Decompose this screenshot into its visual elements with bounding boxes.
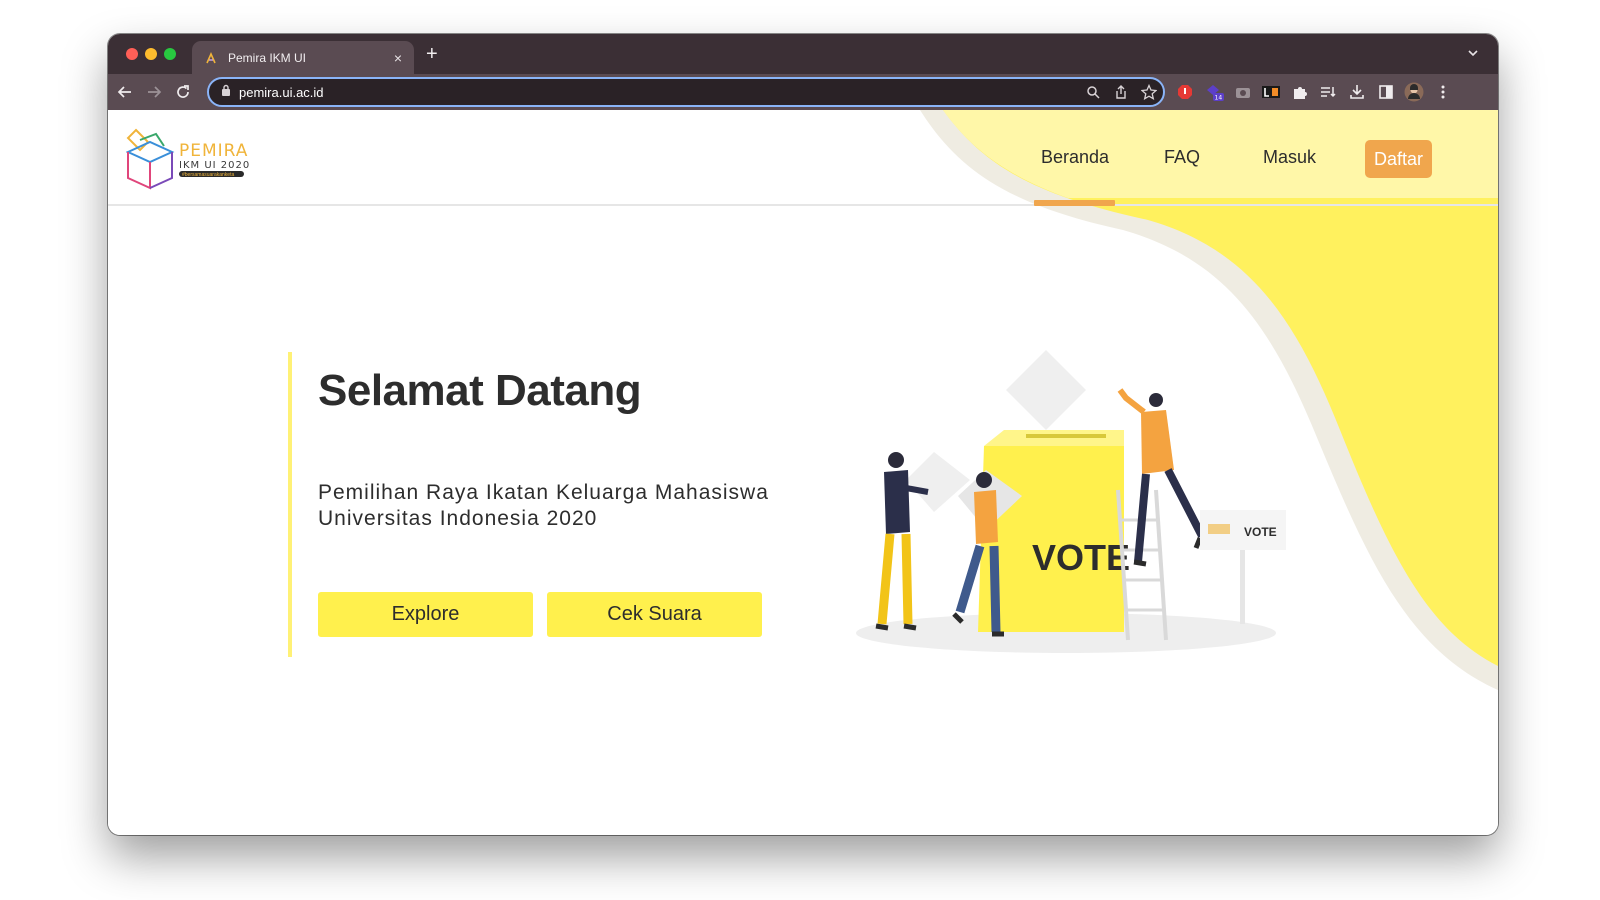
pemira-favicon-icon [204, 51, 218, 65]
logo-tagline: #bersamasuarakanketa [179, 170, 244, 178]
ballot-box-label: VOTE [1032, 537, 1130, 578]
browser-toolbar: pemira.ui.ac.id 14 [108, 74, 1498, 110]
nav-masuk[interactable]: Masuk [1263, 147, 1316, 168]
nav-beranda[interactable]: Beranda [1041, 147, 1109, 168]
tab-strip: Pemira IKM UI × + [108, 34, 1498, 74]
lock-icon[interactable] [221, 83, 231, 101]
address-bar[interactable]: pemira.ui.ac.id [207, 77, 1165, 107]
download-icon[interactable] [1347, 82, 1367, 102]
ballot-box-logo-icon [126, 128, 175, 190]
share-icon[interactable] [1107, 82, 1135, 102]
kebab-menu-icon[interactable] [1433, 82, 1453, 102]
browser-window: Pemira IKM UI × + pemira.ui.ac.id 14 PEM… [108, 34, 1498, 835]
puzzle-icon[interactable] [1290, 82, 1310, 102]
profile-avatar[interactable] [1404, 82, 1424, 102]
vote-sign-label: VOTE [1244, 525, 1277, 539]
tab-title: Pemira IKM UI [228, 50, 307, 65]
url-text[interactable]: pemira.ui.ac.id [239, 85, 1079, 100]
close-window-button[interactable] [126, 48, 138, 60]
reading-list-icon[interactable] [1318, 82, 1338, 102]
star-icon[interactable] [1135, 82, 1163, 102]
tab-close-icon[interactable]: × [394, 50, 402, 66]
reload-icon[interactable] [173, 82, 193, 102]
logo-title: PEMIRA [179, 140, 249, 161]
side-panel-icon[interactable] [1376, 82, 1396, 102]
hero-section: Selamat Datang Pemilihan Raya Ikatan Kel… [288, 352, 808, 657]
browser-tab-active[interactable]: Pemira IKM UI × [192, 41, 414, 74]
voting-illustration: VOTE VOTE [856, 350, 1286, 653]
tab-search-chevron-icon[interactable] [1466, 46, 1480, 65]
web-page: PEMIRA IKM UI 2020 #bersamasuarakanketa … [108, 110, 1498, 835]
new-tab-button[interactable]: + [426, 43, 438, 65]
hero-title: Selamat Datang [318, 366, 642, 415]
forward-arrow-icon[interactable] [144, 82, 164, 102]
extension-badge-count: 14 [1215, 95, 1223, 102]
maximize-window-button[interactable] [164, 48, 176, 60]
site-header: PEMIRA IKM UI 2020 #bersamasuarakanketa … [108, 110, 1498, 206]
nav-active-indicator [1034, 200, 1115, 206]
zoom-icon[interactable] [1079, 82, 1107, 102]
daftar-button[interactable]: Daftar [1365, 140, 1432, 178]
adblock-extension-icon[interactable] [1175, 82, 1195, 102]
cek-suara-button[interactable]: Cek Suara [547, 592, 762, 637]
hero-subtitle: Pemilihan Raya Ikatan Keluarga Mahasiswa… [318, 481, 769, 530]
logo-subtitle: IKM UI 2020 [179, 159, 251, 171]
extension-badge-icon[interactable]: 14 [1204, 82, 1224, 102]
nav-faq[interactable]: FAQ [1164, 147, 1200, 168]
explore-button[interactable]: Explore [318, 592, 533, 637]
minimize-window-button[interactable] [145, 48, 157, 60]
lb-extension-icon[interactable] [1261, 82, 1281, 102]
back-arrow-icon[interactable] [115, 82, 135, 102]
pemira-logo[interactable]: PEMIRA IKM UI 2020 #bersamasuarakanketa [126, 128, 250, 190]
camera-extension-icon[interactable] [1233, 82, 1253, 102]
